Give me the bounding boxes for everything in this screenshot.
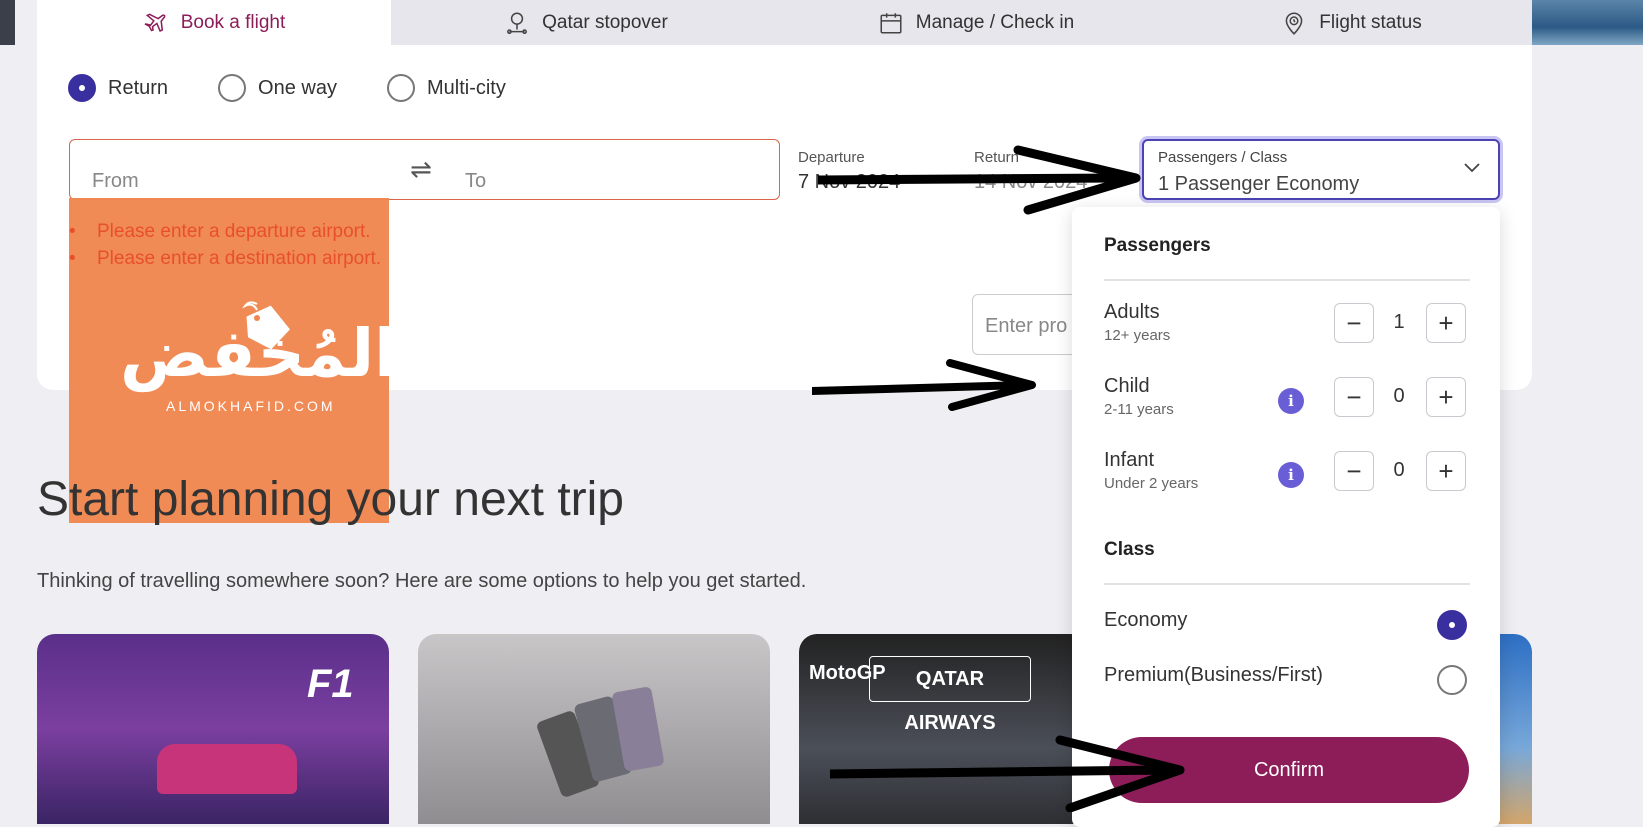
adults-label: Adults	[1104, 301, 1160, 323]
background-photo-right	[1532, 0, 1643, 45]
background-photo-left	[0, 0, 15, 45]
trip-type-one-way[interactable]: One way	[218, 74, 337, 102]
trip-type-return[interactable]: Return	[68, 74, 168, 102]
annotation-arrow	[812, 359, 1036, 411]
radio-unchecked[interactable]	[218, 74, 247, 102]
tab-flight-status[interactable]: Flight status	[1171, 0, 1532, 45]
info-icon[interactable]: i	[1278, 462, 1304, 488]
planning-subheading: Thinking of travelling somewhere soon? H…	[37, 570, 807, 592]
adults-decrement-button[interactable]: −	[1334, 303, 1374, 343]
swap-icon[interactable]: ⇌	[410, 154, 432, 185]
adults-count: 1	[1393, 311, 1405, 333]
radio-label: Return	[108, 76, 169, 99]
class-premium-radio[interactable]	[1437, 665, 1467, 695]
passengers-class-value: 1 Passenger Economy	[1158, 173, 1360, 195]
tab-book-a-flight[interactable]: Book a flight	[37, 0, 391, 45]
radio-label: Multi-city	[426, 76, 506, 99]
promo-placeholder: Enter pro	[985, 315, 1068, 337]
radio-checked[interactable]	[68, 74, 96, 102]
tab-label: Flight status	[1319, 11, 1422, 33]
promo-tile-f1[interactable]: F1	[37, 634, 389, 824]
chevron-down-icon[interactable]	[1462, 157, 1482, 177]
race-car-image	[157, 744, 297, 794]
stopover-pin-icon	[507, 11, 528, 34]
divider	[1104, 583, 1470, 585]
infant-decrement-button[interactable]: −	[1334, 451, 1374, 491]
adults-increment-button[interactable]: +	[1426, 303, 1466, 343]
trip-type-selector: Return One way Multi-city	[68, 74, 506, 102]
info-icon[interactable]: i	[1278, 388, 1304, 414]
passengers-title: Passengers	[1104, 235, 1211, 256]
class-premium-label: Premium(Business/First)	[1104, 664, 1323, 686]
child-increment-button[interactable]: +	[1426, 377, 1466, 417]
planning-heading: Start planning your next trip	[37, 473, 624, 526]
class-economy-label: Economy	[1104, 609, 1188, 631]
tab-manage-check-in[interactable]: Manage / Check in	[781, 0, 1171, 45]
child-label: Child	[1104, 375, 1150, 397]
trip-type-multi-city[interactable]: Multi-city	[386, 74, 506, 102]
passengers-class-label: Passengers / Class	[1158, 149, 1288, 166]
passengers-class-field[interactable]: Passengers / Class 1 Passenger Economy	[1142, 139, 1500, 200]
calendar-icon	[880, 12, 902, 34]
error-message: Please enter a destination airport.	[69, 248, 381, 270]
from-input[interactable]: From	[92, 170, 139, 193]
tab-label: Manage / Check in	[915, 11, 1075, 33]
class-title: Class	[1104, 539, 1155, 560]
error-message: Please enter a departure airport.	[69, 221, 371, 243]
phones-image	[537, 687, 664, 797]
annotation-arrow	[830, 735, 1185, 812]
child-count: 0	[1393, 385, 1405, 407]
tab-qatar-stopover[interactable]: Qatar stopover	[391, 0, 781, 45]
infant-label: Infant	[1104, 449, 1155, 471]
child-decrement-button[interactable]: −	[1334, 377, 1374, 417]
watermark-arabic: المُخفض	[120, 315, 397, 392]
f1-logo: F1	[307, 662, 354, 706]
class-economy-radio[interactable]	[1437, 610, 1467, 640]
plane-icon	[144, 12, 166, 32]
adults-sub: 12+ years	[1104, 327, 1171, 344]
tab-label: Qatar stopover	[542, 11, 668, 33]
to-input[interactable]: To	[465, 170, 486, 193]
divider	[1104, 279, 1470, 281]
booking-tabs: Book a flight Qatar stopover Manage / Ch…	[37, 0, 1532, 45]
tab-label: Book a flight	[180, 11, 286, 33]
radio-label: One way	[258, 76, 337, 99]
annotation-arrow	[818, 145, 1141, 215]
infant-increment-button[interactable]: +	[1426, 451, 1466, 491]
radio-unchecked[interactable]	[386, 74, 415, 102]
watermark-latin: ALMOKHAFID.COM	[166, 398, 336, 414]
infant-count: 0	[1393, 459, 1405, 481]
location-clock-icon	[1285, 12, 1303, 35]
infant-sub: Under 2 years	[1104, 475, 1199, 492]
from-to-field[interactable]: From ⇌ To	[69, 139, 780, 200]
qatar-airways-logo: QATAR AIRWAYS	[869, 656, 1031, 734]
promo-tile-app[interactable]	[418, 634, 770, 824]
child-sub: 2-11 years	[1104, 401, 1174, 418]
